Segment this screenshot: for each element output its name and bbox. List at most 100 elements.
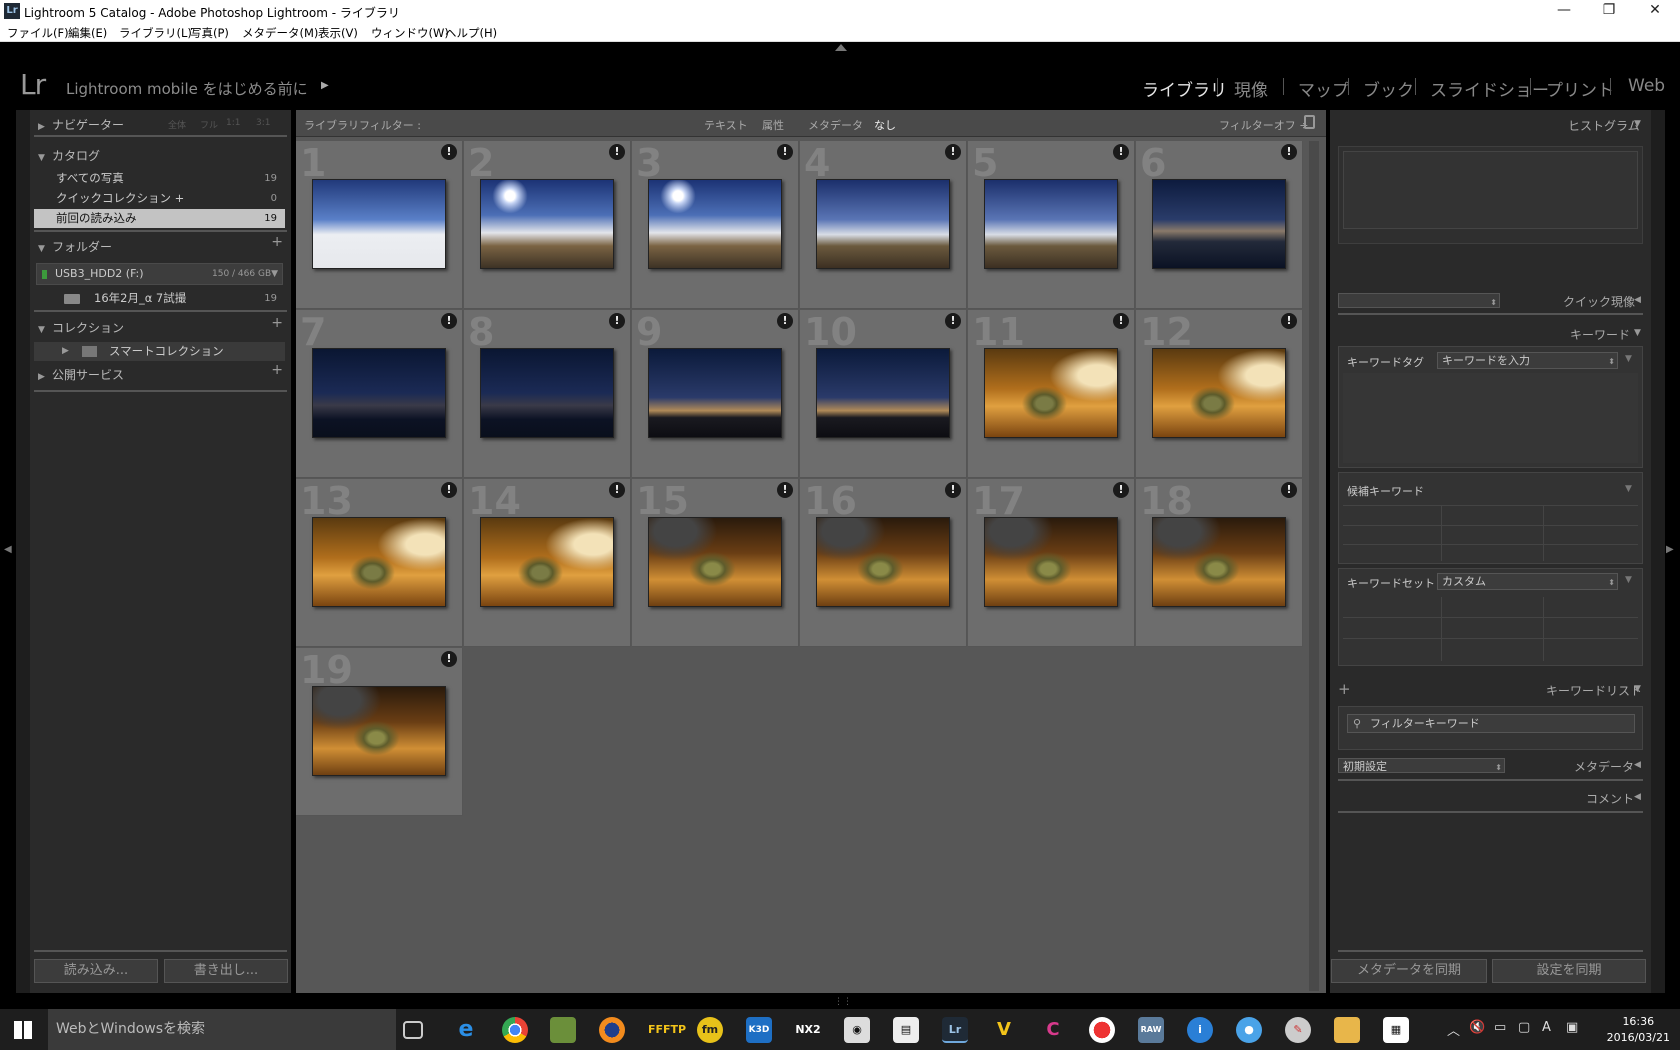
keyword-tags-select[interactable]: キーワードを入力 ⬍ <box>1437 352 1618 369</box>
menu-file[interactable]: ファイル(F) <box>7 25 69 41</box>
thumbnail-cell[interactable]: 5! <box>968 141 1135 309</box>
thumbnail-cell[interactable]: 12! <box>1136 310 1303 478</box>
thumbnail-cell[interactable]: 7! <box>296 310 463 478</box>
histogram-header[interactable]: ヒストグラム <box>1568 117 1640 134</box>
media-app-icon[interactable] <box>1089 1017 1115 1043</box>
alert-badge-icon[interactable]: ! <box>1281 313 1297 329</box>
metadata-preset-select[interactable]: 初期設定 ⬍ <box>1338 758 1505 773</box>
thumbnail-cell[interactable]: 2! <box>464 141 631 309</box>
top-panel-toggle-icon[interactable] <box>835 44 847 51</box>
restore-button[interactable]: ❐ <box>1588 0 1630 22</box>
photo-thumbnail[interactable] <box>648 517 782 607</box>
nx2-app-icon[interactable]: NX2 <box>795 1017 821 1043</box>
module-book[interactable]: ブック <box>1363 76 1414 101</box>
thumbnail-cell[interactable]: 15! <box>632 479 799 647</box>
expand-triangle-icon[interactable]: ◀ <box>1634 760 1641 770</box>
left-panel-toggle-icon[interactable]: ◀ <box>4 544 12 555</box>
photo-thumbnail[interactable] <box>480 517 614 607</box>
folder-app-icon[interactable] <box>1334 1017 1360 1043</box>
photo-thumbnail[interactable] <box>1152 348 1286 438</box>
tool-app-icon[interactable]: ✎ <box>1285 1017 1311 1043</box>
alert-badge-icon[interactable]: ! <box>609 482 625 498</box>
raw-app-icon[interactable]: RAW <box>1138 1017 1164 1043</box>
photo-thumbnail[interactable] <box>984 179 1118 269</box>
filter-text[interactable]: テキスト <box>704 117 748 133</box>
menu-view[interactable]: 表示(V) <box>318 25 358 41</box>
tray-chevron-icon[interactable]: ︿ <box>1447 1020 1460 1039</box>
alert-badge-icon[interactable]: ! <box>441 144 457 160</box>
add-keyword-icon[interactable]: + <box>1338 680 1351 698</box>
zoom-1-1[interactable]: 1:1 <box>226 118 240 128</box>
thumbnail-cell[interactable]: 9! <box>632 310 799 478</box>
left-panel-edge[interactable] <box>16 110 30 993</box>
alert-badge-icon[interactable]: ! <box>441 651 457 667</box>
alert-badge-icon[interactable]: ! <box>609 144 625 160</box>
file-explorer-app-icon[interactable] <box>550 1017 576 1043</box>
menu-photo[interactable]: 写真(P) <box>190 25 229 41</box>
photo-thumbnail[interactable] <box>816 517 950 607</box>
alert-badge-icon[interactable]: ! <box>1281 144 1297 160</box>
collapse-triangle-icon[interactable]: ▼ <box>1625 354 1632 364</box>
menu-edit[interactable]: 編集(E) <box>68 25 107 41</box>
quick-develop-preset-select[interactable]: ⬍ <box>1338 293 1500 308</box>
thumbnail-cell[interactable]: 16! <box>800 479 967 647</box>
photo-thumbnail[interactable] <box>312 179 446 269</box>
task-view-icon[interactable] <box>403 1021 423 1039</box>
zoom-fill[interactable]: フル <box>200 118 218 131</box>
zoom-3-1[interactable]: 3:1 <box>256 118 270 128</box>
filter-none[interactable]: なし <box>874 117 896 133</box>
photo-thumbnail[interactable] <box>312 348 446 438</box>
photo-thumbnail[interactable] <box>984 517 1118 607</box>
store-app-icon[interactable]: ▦ <box>1383 1017 1409 1043</box>
menu-metadata[interactable]: メタデータ(M) <box>242 25 318 41</box>
close-button[interactable]: ✕ <box>1634 0 1676 22</box>
sync-metadata-button[interactable]: メタデータを同期 <box>1331 959 1487 983</box>
alert-badge-icon[interactable]: ! <box>1113 144 1129 160</box>
photo-thumbnail[interactable] <box>648 348 782 438</box>
thumbnail-cell[interactable]: 14! <box>464 479 631 647</box>
info-app-icon[interactable]: i <box>1187 1017 1213 1043</box>
photo-thumbnail[interactable] <box>312 686 446 776</box>
collapse-triangle-icon[interactable]: ▼ <box>1634 119 1641 129</box>
thumbnail-cell[interactable]: 8! <box>464 310 631 478</box>
lightroom-mobile-link[interactable]: Lightroom mobile をはじめる前に <box>66 78 308 99</box>
volume-bar[interactable]: USB3_HDD2 (F:) 150 / 466 GB ▼ <box>36 263 283 285</box>
add-collection-icon[interactable]: + <box>271 315 283 331</box>
module-develop[interactable]: 現像 <box>1234 76 1268 101</box>
metadata-header[interactable]: メタデータ <box>1574 758 1634 775</box>
thumbnail-cell[interactable]: 6! <box>1136 141 1303 309</box>
catalog-item-quick-collection[interactable]: クイックコレクション + 0 <box>34 189 285 208</box>
filter-metadata[interactable]: メタデータ <box>808 117 863 133</box>
collapse-triangle-icon[interactable]: ▼ <box>1634 328 1641 338</box>
module-web[interactable]: Web <box>1628 76 1665 96</box>
module-slideshow[interactable]: スライドショー <box>1430 76 1549 101</box>
photo-thumbnail[interactable] <box>480 348 614 438</box>
keyword-tags-textarea[interactable] <box>1343 373 1638 463</box>
alert-badge-icon[interactable]: ! <box>1113 313 1129 329</box>
catalog-item-previous-import[interactable]: 前回の読み込み 19 <box>34 209 285 228</box>
volume-muted-icon[interactable]: 🔇 <box>1469 1020 1485 1035</box>
right-panel-edge[interactable] <box>1651 110 1665 993</box>
collections-header[interactable]: ▼ コレクション <box>38 319 124 336</box>
collapse-triangle-icon[interactable]: ▼ <box>1634 684 1641 694</box>
zoom-fit[interactable]: 全体 <box>168 118 186 131</box>
photo-thumbnail[interactable] <box>1152 179 1286 269</box>
module-print[interactable]: プリント <box>1546 76 1614 101</box>
photo-thumbnail[interactable] <box>816 348 950 438</box>
menu-help[interactable]: ヘルプ(H) <box>445 25 497 41</box>
capture-nx-app-icon[interactable]: C <box>1040 1017 1066 1043</box>
keyword-list-header[interactable]: キーワードリスト <box>1546 682 1642 699</box>
alert-badge-icon[interactable]: ! <box>777 482 793 498</box>
alert-badge-icon[interactable]: ! <box>777 144 793 160</box>
publish-services-header[interactable]: ▶ 公開サービス <box>38 366 124 383</box>
penguin-app-icon[interactable]: ● <box>1236 1017 1262 1043</box>
capture-app-icon[interactable]: ▤ <box>893 1017 919 1043</box>
navigator-header[interactable]: ▶ ナビゲーター <box>38 116 124 133</box>
sync-settings-button[interactable]: 設定を同期 <box>1492 959 1646 983</box>
photo-thumbnail[interactable] <box>1152 517 1286 607</box>
expand-triangle-icon[interactable]: ◀ <box>1634 295 1641 305</box>
thumbnail-cell[interactable]: 13! <box>296 479 463 647</box>
lightroom-taskbar-icon[interactable]: Lr <box>942 1017 968 1043</box>
thumbnail-cell[interactable]: 4! <box>800 141 967 309</box>
filter-presets[interactable]: フィルターオフ ÷ <box>1219 117 1309 133</box>
